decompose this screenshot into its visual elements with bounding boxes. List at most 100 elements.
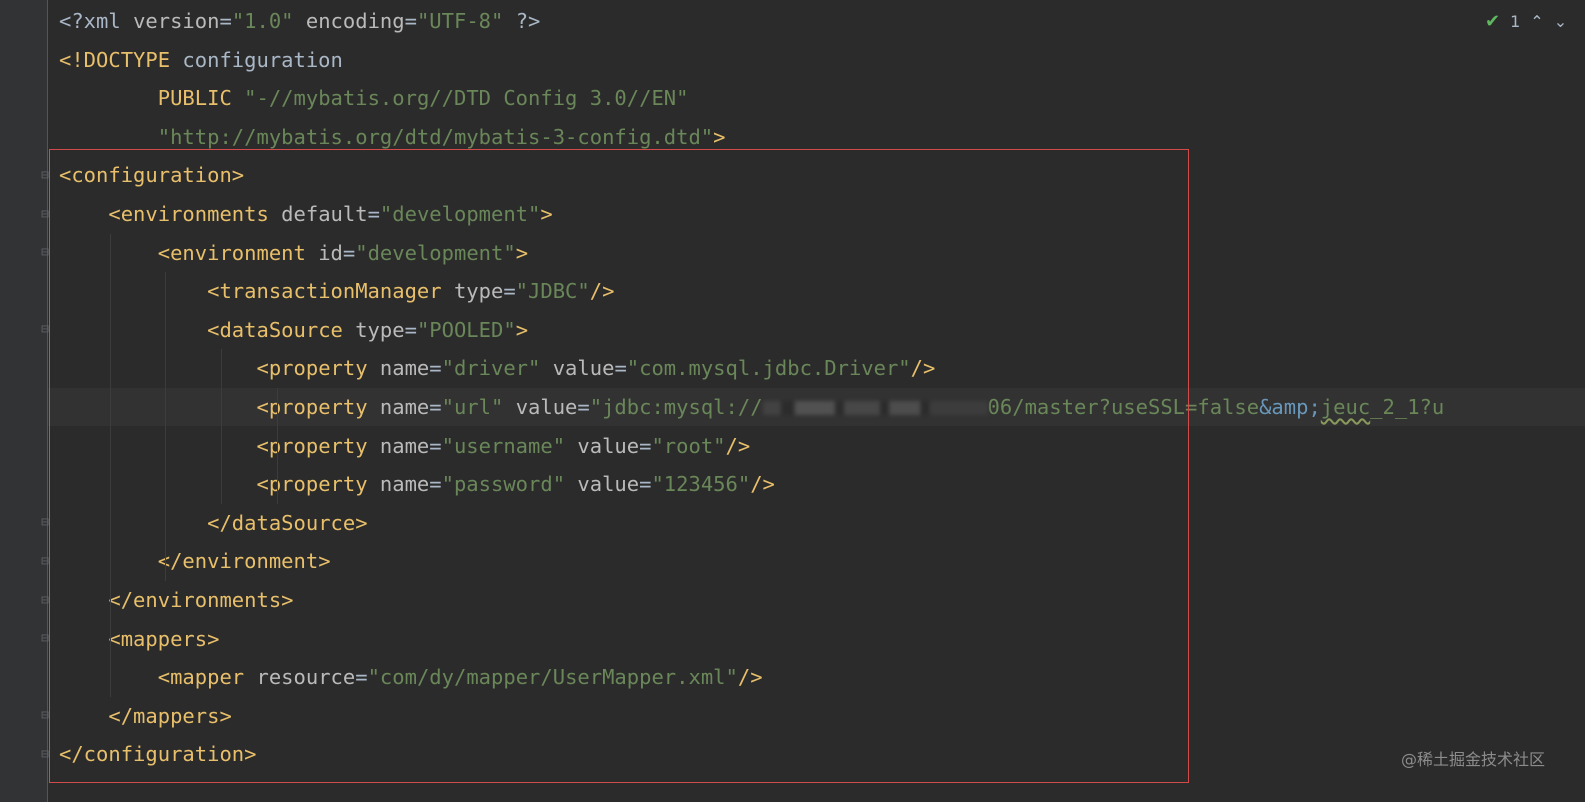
code-token: =	[503, 279, 516, 304]
code-token: <property	[256, 356, 380, 381]
code-line[interactable]: <property name="username" value="root"/>	[48, 427, 1585, 465]
code-token: "com/dy/mapper/UserMapper.xml"	[367, 665, 738, 690]
code-line[interactable]: <property name="password" value="123456"…	[48, 465, 1585, 503]
indent-guide	[165, 272, 166, 581]
inspection-widget[interactable]: ✔ 1 ⌃ ⌄	[1485, 8, 1585, 34]
fold-close-icon[interactable]: ⊟	[38, 591, 52, 609]
code-token: </environment>	[157, 549, 331, 574]
code-token: />	[737, 665, 763, 690]
fold-close-icon[interactable]: ⊟	[38, 745, 52, 763]
code-token: configuration	[182, 47, 343, 72]
code-line[interactable]: <mappers>	[48, 620, 1585, 658]
code-line[interactable]: <dataSource type="POOLED">	[48, 311, 1585, 349]
code-token: "UTF-8"	[416, 9, 504, 33]
code-token: encoding	[305, 9, 405, 33]
code-token: version	[133, 9, 220, 33]
fold-close-icon[interactable]: ⊟	[38, 552, 52, 570]
code-line-text: </mappers>	[59, 697, 231, 735]
code-token: name	[379, 395, 430, 419]
code-line[interactable]: </environment>	[48, 542, 1585, 580]
fold-open-icon[interactable]: ⊟	[38, 630, 52, 648]
code-line-text: </environment>	[59, 542, 331, 580]
code-token: _2_1?u	[1370, 395, 1445, 419]
code-token: "123456"	[651, 472, 751, 497]
code-line[interactable]: <environment id="development">	[48, 234, 1585, 272]
code-token: "url"	[441, 395, 504, 419]
code-token: =	[219, 9, 232, 33]
code-line-text: <transactionManager type="JDBC"/>	[59, 272, 614, 310]
code-token: >	[540, 202, 553, 226]
code-token: &amp;	[1259, 395, 1321, 419]
code-line[interactable]: <property name="url" value="jdbc:mysql:/…	[48, 388, 1585, 426]
code-token: "development"	[379, 202, 541, 226]
fold-open-icon[interactable]: ⊟	[38, 205, 52, 223]
code-line-text: <environment id="development">	[59, 234, 528, 272]
code-line[interactable]: </environments>	[48, 581, 1585, 619]
code-line-text: <dataSource type="POOLED">	[59, 311, 528, 349]
line-gutter	[0, 0, 48, 802]
code-token: =	[639, 433, 652, 458]
code-token: =	[614, 356, 627, 381]
code-token: =	[342, 240, 356, 265]
code-line[interactable]: "http://mybatis.org/dtd/mybatis-3-config…	[48, 118, 1585, 156]
code-line[interactable]: <property name="driver" value="com.mysql…	[48, 349, 1585, 387]
code-token: <environments	[108, 202, 282, 226]
code-line[interactable]: </configuration>	[48, 735, 1585, 773]
code-line[interactable]: <?xml version="1.0" encoding="UTF-8" ?>	[48, 2, 1585, 40]
code-line-text: PUBLIC "-//mybatis.org//DTD Config 3.0//…	[59, 79, 689, 117]
code-line[interactable]: </dataSource>	[48, 504, 1585, 542]
code-token: >	[515, 240, 529, 265]
code-line[interactable]: <environments default="development">	[48, 195, 1585, 233]
code-token: "1.0"	[231, 9, 294, 33]
code-line-text: "http://mybatis.org/dtd/mybatis-3-config…	[59, 118, 726, 156]
code-token: "JDBC"	[515, 279, 590, 304]
code-line-text: <!DOCTYPE configuration	[59, 41, 343, 79]
code-editor[interactable]: <?xml version="1.0" encoding="UTF-8" ?> <…	[48, 0, 1585, 802]
fold-open-icon[interactable]: ⊟	[38, 166, 52, 184]
check-icon[interactable]: ✔	[1485, 11, 1500, 32]
code-line-text: <property name="driver" value="com.mysql…	[59, 349, 935, 387]
chevron-down-icon[interactable]: ⌄	[1554, 12, 1567, 31]
code-token: value	[577, 433, 640, 458]
code-line[interactable]: <!DOCTYPE configuration	[48, 41, 1585, 79]
code-line[interactable]: </mappers>	[48, 697, 1585, 735]
fold-open-icon[interactable]: ⊟	[38, 244, 52, 262]
code-line[interactable]: <configuration>	[48, 156, 1585, 194]
chevron-up-icon[interactable]: ⌃	[1530, 12, 1543, 31]
code-line[interactable]: PUBLIC "-//mybatis.org//DTD Config 3.0//…	[48, 79, 1585, 117]
code-token: value	[577, 472, 640, 497]
code-line[interactable]: <transactionManager type="JDBC"/>	[48, 272, 1585, 310]
code-token: name	[379, 472, 430, 497]
code-token: "root"	[651, 433, 726, 458]
code-token: </environments>	[108, 588, 294, 612]
fold-close-icon[interactable]: ⊟	[38, 514, 52, 532]
code-token: />	[725, 433, 751, 458]
code-token: <configuration>	[59, 163, 245, 188]
code-line-text: <environments default="development">	[59, 195, 553, 233]
fold-close-icon[interactable]: ⊟	[38, 707, 52, 725]
code-line-text: <property name="username" value="root"/>	[59, 427, 750, 465]
code-line[interactable]: <mapper resource="com/dy/mapper/UserMapp…	[48, 658, 1585, 696]
code-line-text: <mappers>	[59, 620, 219, 658]
code-token: value	[515, 395, 578, 419]
code-token: id	[318, 240, 343, 265]
code-token: =	[404, 9, 417, 33]
code-token: <environment	[157, 240, 319, 265]
code-token: </configuration>	[59, 742, 257, 767]
code-token: "password"	[441, 472, 566, 497]
fold-open-icon[interactable]: ⊟	[38, 321, 52, 339]
